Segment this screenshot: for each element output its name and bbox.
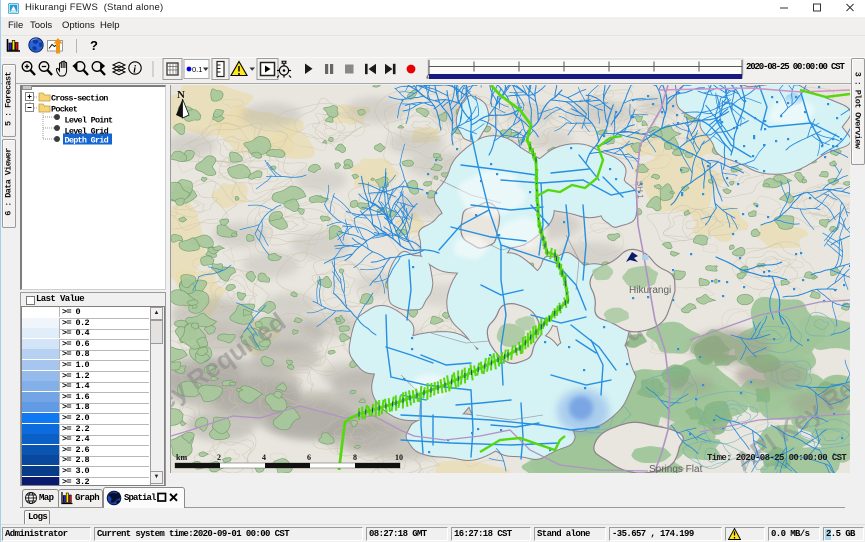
svg-text:km: km: [176, 453, 187, 462]
svg-text:N: N: [177, 89, 185, 101]
svg-text:0.1: 0.1: [192, 65, 202, 74]
svg-text:6: 6: [307, 453, 311, 462]
svg-text:Springs Flat: Springs Flat: [649, 464, 703, 473]
svg-text:8: 8: [353, 453, 357, 462]
svg-text:i: i: [133, 65, 136, 76]
svg-text:Time: 2020-08-25 00:00:00 CST: Time: 2020-08-25 00:00:00 CST: [707, 453, 847, 463]
svg-text:Cross-section: Cross-section: [51, 94, 108, 104]
svg-text:SH 1: SH 1: [635, 181, 645, 200]
svg-text:2: 2: [217, 453, 221, 462]
svg-text:Level Point: Level Point: [65, 116, 114, 126]
svg-text:10: 10: [395, 453, 403, 462]
svg-text:Pocket: Pocket: [51, 105, 78, 115]
svg-text:Depth Grid: Depth Grid: [65, 136, 109, 146]
svg-text:Hikurangi: Hikurangi: [629, 285, 671, 296]
svg-text:4: 4: [262, 453, 266, 462]
